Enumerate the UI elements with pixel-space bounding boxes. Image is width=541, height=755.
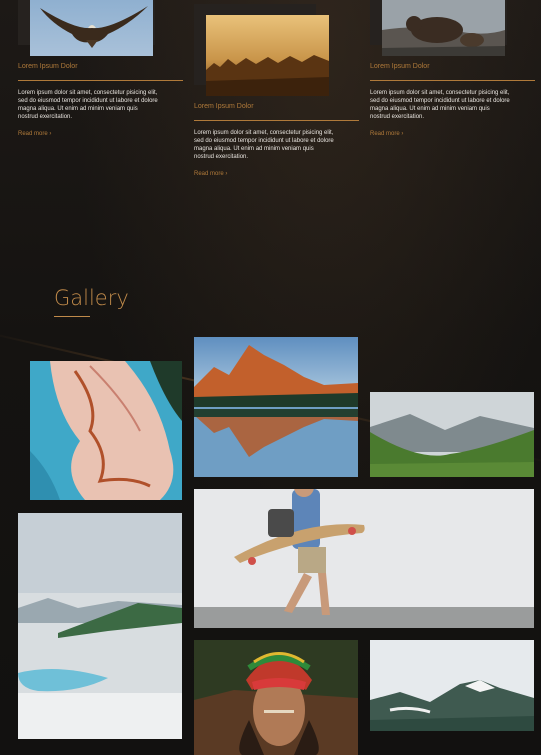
read-more-link[interactable]: Read more › xyxy=(18,131,51,137)
gallery-heading-underline xyxy=(54,316,90,317)
card-divider xyxy=(194,120,359,121)
mountain-lake-photo[interactable] xyxy=(194,337,358,477)
card-title: Lorem Ipsum Dolor xyxy=(18,63,78,70)
snowy-landscape-photo[interactable] xyxy=(18,513,182,739)
cloudy-mountain-photo[interactable] xyxy=(370,640,534,731)
blog-card-2: Lorem Ipsum Dolor Lorem ipsum dolor sit … xyxy=(194,0,359,185)
gallery-heading: Gallery xyxy=(54,286,129,310)
card-divider xyxy=(18,80,183,81)
read-more-link[interactable]: Read more › xyxy=(194,171,227,177)
tribal-portrait-photo[interactable] xyxy=(194,640,358,755)
card-divider xyxy=(370,80,535,81)
card-body-text: Lorem ipsum dolor sit amet, consectetur … xyxy=(370,90,510,120)
card-body-text: Lorem ipsum dolor sit amet, consectetur … xyxy=(194,130,334,160)
forest-sunset-image[interactable] xyxy=(206,15,329,96)
blog-card-3: Lorem Ipsum Dolor Lorem ipsum dolor sit … xyxy=(370,0,535,145)
skateboarder-photo[interactable] xyxy=(194,489,534,628)
eagle-image[interactable] xyxy=(30,0,153,56)
aerial-river-photo[interactable] xyxy=(30,361,182,500)
bear-image[interactable] xyxy=(382,0,505,56)
card-title: Lorem Ipsum Dolor xyxy=(194,103,254,110)
green-valley-photo[interactable] xyxy=(370,392,534,477)
card-body-text: Lorem ipsum dolor sit amet, consectetur … xyxy=(18,90,158,120)
card-title: Lorem Ipsum Dolor xyxy=(370,63,430,70)
read-more-link[interactable]: Read more › xyxy=(370,131,403,137)
blog-card-1: Lorem Ipsum Dolor Lorem ipsum dolor sit … xyxy=(18,0,183,145)
